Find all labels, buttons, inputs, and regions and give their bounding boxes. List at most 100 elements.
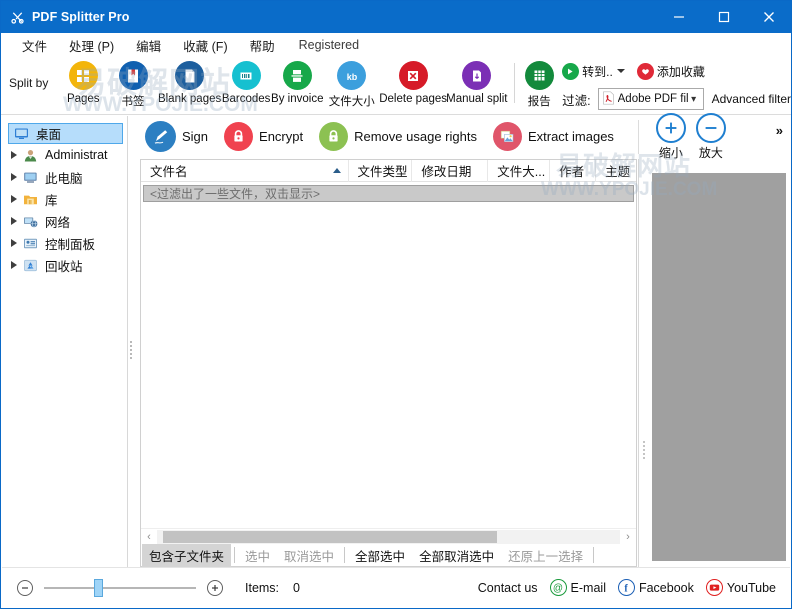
filtered-files-notice[interactable]: <过滤出了一些文件，双击显示> [143, 185, 634, 202]
sidebar-item-recycle-bin[interactable]: 回收站 [2, 254, 127, 276]
close-icon[interactable] [746, 1, 791, 33]
advanced-filter-link[interactable]: Advanced filter [712, 92, 791, 106]
slider-track[interactable] [44, 578, 196, 597]
scrollbar-track[interactable] [157, 529, 620, 544]
scrollbar-thumb[interactable] [163, 530, 497, 543]
chevron-right-icon[interactable] [6, 173, 22, 181]
deselect-all-button[interactable]: 全部取消选中 [412, 544, 501, 567]
chevron-down-icon[interactable] [616, 69, 625, 73]
select-all-button[interactable]: 全部选中 [348, 544, 412, 567]
thumbnail-size-slider[interactable] [17, 578, 223, 597]
network-icon [22, 213, 38, 229]
column-header-author[interactable]: 作者 [550, 159, 597, 182]
split-by-bookmark-label: 书签 [121, 96, 145, 108]
vertical-splitter-handle[interactable] [129, 339, 134, 359]
split-by-pages-button[interactable]: Pages [58, 57, 108, 105]
youtube-link[interactable]: YouTube [705, 579, 776, 596]
action-divider [593, 547, 595, 563]
sort-ascending-icon [332, 167, 341, 173]
sidebar-item-network[interactable]: 网络 [2, 210, 127, 232]
chevron-right-icon[interactable] [6, 239, 22, 247]
restore-previous-selection-button[interactable]: 还原上一选择 [501, 544, 590, 567]
sidebar-item-this-pc[interactable]: 此电脑 [2, 166, 127, 188]
select-button[interactable]: 选中 [238, 544, 277, 567]
menu-item-edit[interactable]: 编辑 [125, 34, 172, 57]
column-header-moddate-label: 修改日期 [421, 165, 472, 179]
zoom-out-button[interactable]: 缩小 [651, 112, 691, 161]
email-at-icon: @ [549, 579, 567, 596]
chevron-right-icon[interactable] [6, 261, 22, 269]
facebook-label: Facebook [638, 580, 694, 595]
column-header-filename[interactable]: 文件名 [141, 159, 349, 182]
folder-tree-panel: 桌面 Administrat 此电脑 库 网络 控制面板 回收站 [2, 116, 128, 567]
facebook-link[interactable]: f Facebook [617, 579, 694, 596]
split-by-blank-pages-label: Blank pages [157, 93, 222, 105]
manual-split-label: Manual split [446, 93, 508, 105]
plus-circle-icon[interactable] [207, 579, 223, 596]
blank-page-icon [175, 61, 205, 90]
sidebar-item-library[interactable]: 库 [2, 188, 127, 210]
youtube-icon [705, 579, 723, 596]
encrypt-button[interactable]: Encrypt [224, 122, 303, 151]
column-header-filetype[interactable]: 文件类型 [349, 159, 413, 182]
column-header-subject[interactable]: 主题 [596, 160, 636, 182]
slider-thumb[interactable] [94, 578, 103, 597]
column-header-filesize[interactable]: 文件大... [488, 159, 551, 182]
filesize-kb-icon: kb [337, 61, 367, 90]
split-by-blank-pages-button[interactable]: Blank pages [158, 57, 221, 105]
split-by-bookmark-button[interactable]: 书签 [108, 57, 158, 109]
preview-surface[interactable] [652, 173, 786, 561]
column-header-moddate[interactable]: 修改日期 [412, 159, 489, 182]
menu-item-help[interactable]: 帮助 [239, 34, 286, 57]
plus-circle-icon [655, 112, 686, 143]
items-count: 0 [293, 580, 300, 595]
minimize-icon[interactable] [656, 1, 701, 33]
sidebar-item-control-panel[interactable]: 控制面板 [2, 232, 127, 254]
remove-usage-rights-label: Remove usage rights [354, 129, 477, 144]
chevron-right-icon[interactable] [6, 151, 22, 159]
filter-combo[interactable]: Adobe PDF fil ▾ [597, 88, 704, 110]
svg-text:kb: kb [347, 72, 358, 82]
menu-item-process[interactable]: 处理 (P) [58, 34, 125, 57]
extract-images-button[interactable]: Extract images [492, 122, 614, 151]
action-divider [344, 547, 346, 563]
horizontal-scrollbar[interactable]: ‹ › [141, 528, 636, 544]
chevron-left-icon[interactable]: ‹ [141, 529, 157, 545]
sidebar-item-administrator[interactable]: Administrat [2, 144, 127, 166]
email-link[interactable]: @ E-mail [549, 579, 606, 596]
remove-usage-rights-button[interactable]: Remove usage rights [319, 122, 477, 151]
report-label: 报告 [527, 96, 551, 108]
file-list-body[interactable] [141, 202, 636, 528]
split-by-filesize-button[interactable]: kb 文件大小 [323, 57, 380, 109]
chevron-down-icon[interactable]: ▾ [688, 94, 700, 105]
menu-item-file[interactable]: 文件 [11, 34, 58, 57]
include-subfolders-button[interactable]: 包含子文件夹 [142, 543, 232, 567]
extract-images-icon [492, 122, 522, 151]
facebook-icon: f [617, 579, 635, 596]
chevron-right-icon[interactable]: › [620, 529, 636, 545]
menu-item-favorites[interactable]: 收藏 (F) [172, 34, 238, 57]
report-button[interactable]: 报告 [520, 57, 558, 109]
preview-panel [638, 159, 790, 567]
manual-split-button[interactable]: Manual split [446, 57, 508, 105]
maximize-icon[interactable] [701, 1, 746, 33]
preview-splitter-handle[interactable] [642, 439, 647, 459]
chevron-right-icon[interactable] [6, 217, 22, 225]
split-by-label: Split by [9, 76, 49, 90]
chevron-double-right-icon[interactable]: » [776, 123, 783, 138]
svg-text:@: @ [553, 583, 563, 594]
deselect-button[interactable]: 取消选中 [277, 544, 341, 567]
goto-button[interactable]: 转到.. [562, 62, 625, 80]
chevron-right-icon[interactable] [6, 195, 22, 203]
extract-images-label: Extract images [527, 129, 614, 144]
zoom-in-button[interactable]: 放大 [691, 112, 731, 161]
split-by-barcodes-button[interactable]: Barcodes [221, 57, 271, 105]
minus-circle-icon[interactable] [17, 579, 33, 596]
toolbar-right-cluster: 转到.. 添加收藏 过滤: Adobe PDF fil ▾ Advanced f… [562, 57, 791, 112]
add-favorite-button[interactable]: 添加收藏 [636, 62, 705, 80]
delete-pages-button[interactable]: Delete pages [379, 57, 447, 105]
split-by-pages-label: Pages [66, 93, 100, 105]
sign-button[interactable]: Sign [145, 121, 208, 152]
split-by-invoice-button[interactable]: By invoice [271, 57, 323, 105]
sidebar-item-desktop[interactable]: 桌面 [8, 123, 123, 144]
